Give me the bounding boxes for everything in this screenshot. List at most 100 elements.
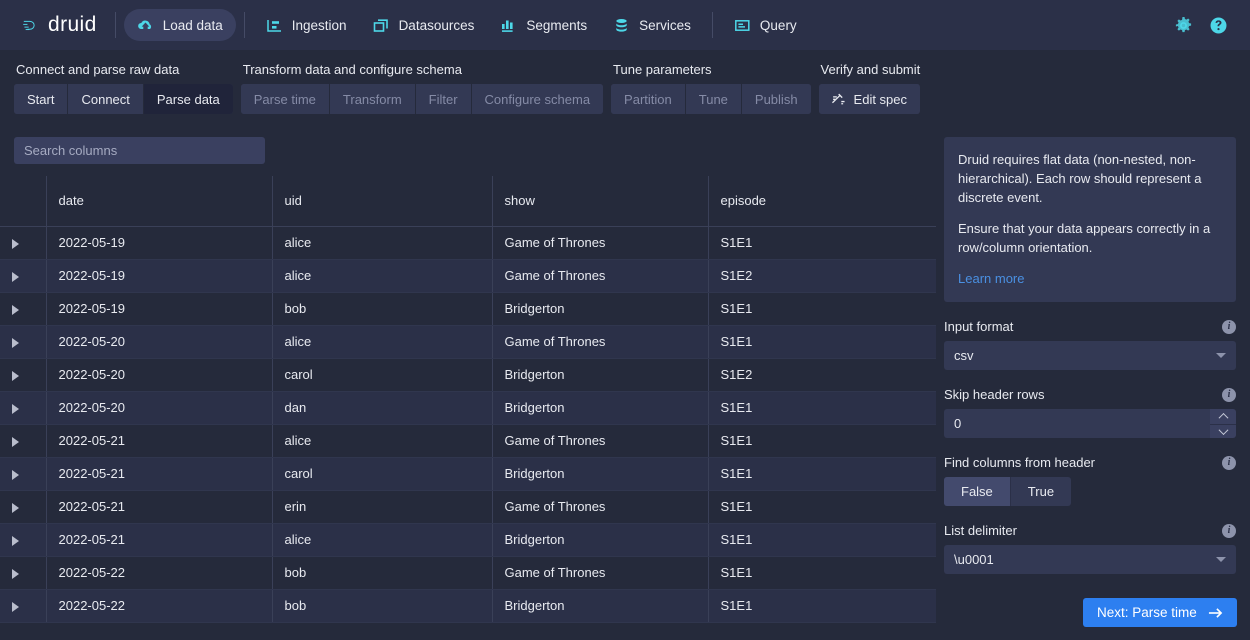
info-icon[interactable]: i	[1222, 320, 1236, 334]
list-delimiter-select[interactable]: \u0001	[944, 545, 1236, 574]
column-header-episode[interactable]: episode	[708, 176, 936, 226]
table-row[interactable]: 2022-05-21aliceBridgertonS1E1	[0, 523, 936, 556]
nav-item-datasources[interactable]: Datasources	[360, 9, 488, 41]
step-button-configure-schema[interactable]: Configure schema	[472, 84, 604, 114]
cell-show: Bridgerton	[492, 391, 708, 424]
expand-row-cell[interactable]	[0, 226, 46, 259]
expand-row-triangle-icon[interactable]	[12, 470, 19, 480]
table-row[interactable]: 2022-05-20aliceGame of ThronesS1E1	[0, 325, 936, 358]
step-button-start[interactable]: Start	[14, 84, 68, 114]
edit-spec-icon	[831, 93, 846, 106]
nav-item-load-data[interactable]: Load data	[124, 9, 236, 41]
query-icon	[734, 17, 751, 34]
column-header-date[interactable]: date	[46, 176, 272, 226]
toggle-option-false[interactable]: False	[944, 477, 1011, 506]
cell-uid: dan	[272, 391, 492, 424]
expand-row-cell[interactable]	[0, 325, 46, 358]
input-format-select[interactable]: csv	[944, 341, 1236, 370]
table-row[interactable]: 2022-05-20carolBridgertonS1E2	[0, 358, 936, 391]
nav-item-label: Services	[639, 18, 691, 33]
skip-header-rows-input[interactable]	[944, 409, 1210, 438]
expand-row-cell[interactable]	[0, 391, 46, 424]
field-label-row: Find columns from header i	[944, 455, 1236, 470]
expand-row-cell[interactable]	[0, 259, 46, 292]
expand-row-cell[interactable]	[0, 358, 46, 391]
expand-row-triangle-icon[interactable]	[12, 272, 19, 282]
nav-divider-2	[244, 12, 245, 38]
step-button-parse-time[interactable]: Parse time	[241, 84, 330, 114]
step-button-filter[interactable]: Filter	[416, 84, 472, 114]
nav-item-query[interactable]: Query	[721, 9, 810, 41]
expand-row-cell[interactable]	[0, 589, 46, 622]
cell-uid: erin	[272, 490, 492, 523]
nav-item-ingestion[interactable]: Ingestion	[253, 9, 360, 41]
expand-row-cell[interactable]	[0, 490, 46, 523]
cell-uid: bob	[272, 589, 492, 622]
cell-date: 2022-05-20	[46, 358, 272, 391]
step-group-title: Connect and parse raw data	[14, 62, 233, 77]
cell-date: 2022-05-19	[46, 226, 272, 259]
expand-row-triangle-icon[interactable]	[12, 503, 19, 513]
expand-row-triangle-icon[interactable]	[12, 371, 19, 381]
brand-logo[interactable]: druid	[14, 13, 107, 37]
gear-icon[interactable]	[1174, 16, 1193, 35]
toggle-option-true[interactable]: True	[1011, 477, 1071, 506]
info-icon[interactable]: i	[1222, 524, 1236, 538]
nav-item-services[interactable]: Services	[600, 9, 704, 41]
callout-paragraph-2: Ensure that your data appears correctly …	[958, 219, 1222, 257]
chevron-down-icon	[1218, 425, 1228, 435]
field-label: List delimiter	[944, 523, 1017, 538]
cell-show: Game of Thrones	[492, 424, 708, 457]
table-row[interactable]: 2022-05-21aliceGame of ThronesS1E1	[0, 424, 936, 457]
expand-row-triangle-icon[interactable]	[12, 569, 19, 579]
step-button-parse-data[interactable]: Parse data	[144, 84, 233, 114]
expand-row-cell[interactable]	[0, 523, 46, 556]
expand-row-triangle-icon[interactable]	[12, 305, 19, 315]
info-icon[interactable]: i	[1222, 456, 1236, 470]
next-button-label: Next: Parse time	[1097, 605, 1197, 620]
expand-row-triangle-icon[interactable]	[12, 338, 19, 348]
expand-row-triangle-icon[interactable]	[12, 536, 19, 546]
learn-more-link[interactable]: Learn more	[958, 271, 1024, 286]
stepper-decrement-button[interactable]	[1210, 424, 1236, 439]
expand-row-cell[interactable]	[0, 424, 46, 457]
stepper-buttons	[1210, 409, 1236, 438]
expand-row-cell[interactable]	[0, 292, 46, 325]
table-row[interactable]: 2022-05-21carolBridgertonS1E1	[0, 457, 936, 490]
table-row[interactable]: 2022-05-22bobBridgertonS1E1	[0, 589, 936, 622]
step-button-partition[interactable]: Partition	[611, 84, 686, 114]
cell-episode: S1E1	[708, 556, 936, 589]
help-circle-icon[interactable]	[1209, 16, 1228, 35]
column-header-uid[interactable]: uid	[272, 176, 492, 226]
step-button-connect[interactable]: Connect	[68, 84, 143, 114]
step-button-tune[interactable]: Tune	[686, 84, 742, 114]
expand-row-triangle-icon[interactable]	[12, 404, 19, 414]
table-row[interactable]: 2022-05-20danBridgertonS1E1	[0, 391, 936, 424]
step-button-row: Start Connect Parse data	[14, 84, 233, 114]
expand-row-cell[interactable]	[0, 457, 46, 490]
step-button-transform[interactable]: Transform	[330, 84, 416, 114]
table-row[interactable]: 2022-05-22bobGame of ThronesS1E1	[0, 556, 936, 589]
expand-row-triangle-icon[interactable]	[12, 602, 19, 612]
cell-episode: S1E1	[708, 457, 936, 490]
step-button-edit-spec[interactable]: Edit spec	[819, 84, 919, 114]
expand-row-triangle-icon[interactable]	[12, 239, 19, 249]
step-button-publish[interactable]: Publish	[742, 84, 811, 114]
druid-logo-icon	[22, 17, 39, 34]
table-row[interactable]: 2022-05-19aliceGame of ThronesS1E1	[0, 226, 936, 259]
expand-row-triangle-icon[interactable]	[12, 437, 19, 447]
nav-item-segments[interactable]: Segments	[487, 9, 600, 41]
column-header-show[interactable]: show	[492, 176, 708, 226]
step-group-title: Tune parameters	[611, 62, 811, 77]
search-input[interactable]	[14, 137, 265, 164]
cell-uid: bob	[272, 292, 492, 325]
table-row[interactable]: 2022-05-19aliceGame of ThronesS1E2	[0, 259, 936, 292]
stepper-increment-button[interactable]	[1210, 409, 1236, 424]
brand-name: druid	[48, 13, 97, 37]
info-icon[interactable]: i	[1222, 388, 1236, 402]
expand-row-cell[interactable]	[0, 556, 46, 589]
nav-divider-3	[712, 12, 713, 38]
next-parse-time-button[interactable]: Next: Parse time	[1083, 598, 1237, 627]
table-row[interactable]: 2022-05-21erinGame of ThronesS1E1	[0, 490, 936, 523]
table-row[interactable]: 2022-05-19bobBridgertonS1E1	[0, 292, 936, 325]
